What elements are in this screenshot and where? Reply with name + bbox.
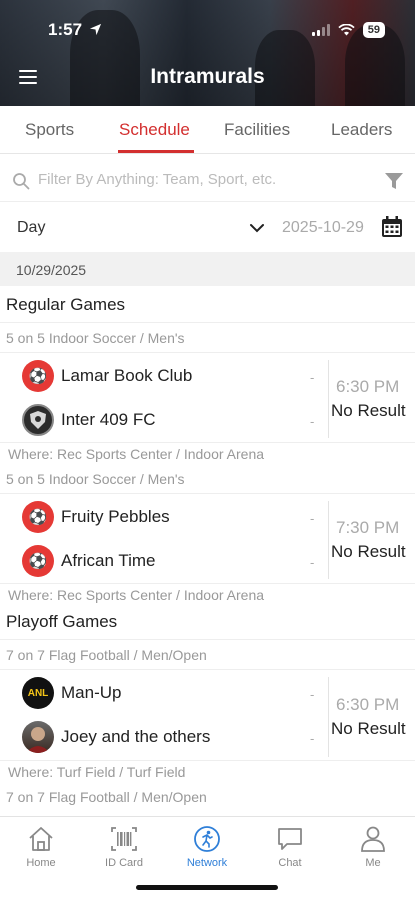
home-icon xyxy=(29,827,53,851)
team-name: Joey and the others xyxy=(61,727,211,746)
tab-bar: Sports Schedule Facilities Leaders xyxy=(0,106,415,154)
team-score: - xyxy=(310,555,315,570)
wifi-icon xyxy=(338,24,355,36)
game-sport-label: 5 on 5 Indoor Soccer / Men's xyxy=(6,471,185,487)
section-title: Regular Games xyxy=(6,295,126,314)
page-title: Intramurals xyxy=(150,65,265,88)
team-row-home[interactable]: ANL Man-Up xyxy=(22,676,121,710)
calendar-icon[interactable] xyxy=(381,216,403,238)
team-row-away[interactable]: Joey and the others xyxy=(22,720,210,754)
active-tab-indicator xyxy=(118,150,194,153)
team-score: - xyxy=(310,414,315,429)
tab-sports[interactable]: Sports xyxy=(25,120,74,140)
filter-input[interactable]: Filter By Anything: Team, Sport, etc. xyxy=(38,171,276,188)
tab-schedule[interactable]: Schedule xyxy=(119,120,190,140)
team-crest-icon xyxy=(22,404,54,436)
team-score: - xyxy=(310,731,315,746)
chevron-down-icon[interactable] xyxy=(249,223,265,233)
game-result: No Result xyxy=(331,401,406,420)
search-icon xyxy=(13,173,30,190)
app-header: 1:57 59 Intramurals xyxy=(0,0,415,106)
filter-bar: Filter By Anything: Team, Sport, etc. xyxy=(0,160,415,202)
network-icon xyxy=(194,826,220,852)
nav-chat[interactable]: Chat xyxy=(255,825,325,869)
filter-icon[interactable] xyxy=(384,171,404,191)
team-row-away[interactable]: ⚽ African Time xyxy=(22,544,155,578)
team-row-home[interactable]: ⚽ Fruity Pebbles xyxy=(22,500,170,534)
view-controls: Day 2025-10-29 xyxy=(0,208,415,248)
team-name: Lamar Book Club xyxy=(61,366,193,385)
chat-icon xyxy=(278,828,302,850)
nav-home[interactable]: Home xyxy=(6,825,76,869)
game-location: Where: Rec Sports Center / Indoor Arena xyxy=(8,587,265,603)
game-sport-label: 7 on 7 Flag Football / Men/Open xyxy=(6,647,207,663)
status-time: 1:57 xyxy=(48,20,102,40)
team-score: - xyxy=(310,511,315,526)
team-logo-icon: ⚽ xyxy=(22,501,54,533)
status-icons: 59 xyxy=(311,22,385,38)
date-header: 10/29/2025 xyxy=(0,252,415,286)
nav-network[interactable]: Network xyxy=(172,825,242,869)
team-logo-icon: ⚽ xyxy=(22,360,54,392)
nav-me[interactable]: Me xyxy=(338,825,408,869)
date-field[interactable]: 2025-10-29 xyxy=(282,219,364,237)
cellular-signal-icon xyxy=(311,24,330,36)
game-result: No Result xyxy=(331,542,406,561)
game-result: No Result xyxy=(331,719,406,738)
team-photo-icon xyxy=(22,721,54,753)
team-logo-icon: ⚽ xyxy=(22,545,54,577)
nav-id-card[interactable]: ID Card xyxy=(89,825,159,869)
team-name: African Time xyxy=(61,551,156,570)
team-score: - xyxy=(310,370,315,385)
team-name: Fruity Pebbles xyxy=(61,507,170,526)
team-name: Inter 409 FC xyxy=(61,410,156,429)
barcode-icon xyxy=(111,827,137,851)
game-time: 6:30 PM xyxy=(336,377,400,396)
team-logo-icon: ANL xyxy=(22,677,54,709)
game-sport-label: 7 on 7 Flag Football / Men/Open xyxy=(6,789,207,805)
team-row-away[interactable]: Inter 409 FC xyxy=(22,403,156,437)
period-select[interactable]: Day xyxy=(17,219,45,237)
game-time: 7:30 PM xyxy=(336,518,400,537)
team-score: - xyxy=(310,687,315,702)
game-location: Where: Rec Sports Center / Indoor Arena xyxy=(8,446,265,462)
person-icon xyxy=(361,826,385,852)
game-time: 6:30 PM xyxy=(336,695,400,714)
home-indicator[interactable] xyxy=(136,885,278,890)
tab-facilities[interactable]: Facilities xyxy=(224,120,290,140)
team-name: Man-Up xyxy=(61,683,122,702)
battery-indicator: 59 xyxy=(362,22,385,38)
team-row-home[interactable]: ⚽ Lamar Book Club xyxy=(22,359,192,393)
tab-leaders[interactable]: Leaders xyxy=(331,120,392,140)
game-sport-label: 5 on 5 Indoor Soccer / Men's xyxy=(6,330,185,346)
game-location: Where: Turf Field / Turf Field xyxy=(8,764,186,780)
section-title: Playoff Games xyxy=(6,612,118,631)
location-arrow-icon xyxy=(89,23,101,36)
